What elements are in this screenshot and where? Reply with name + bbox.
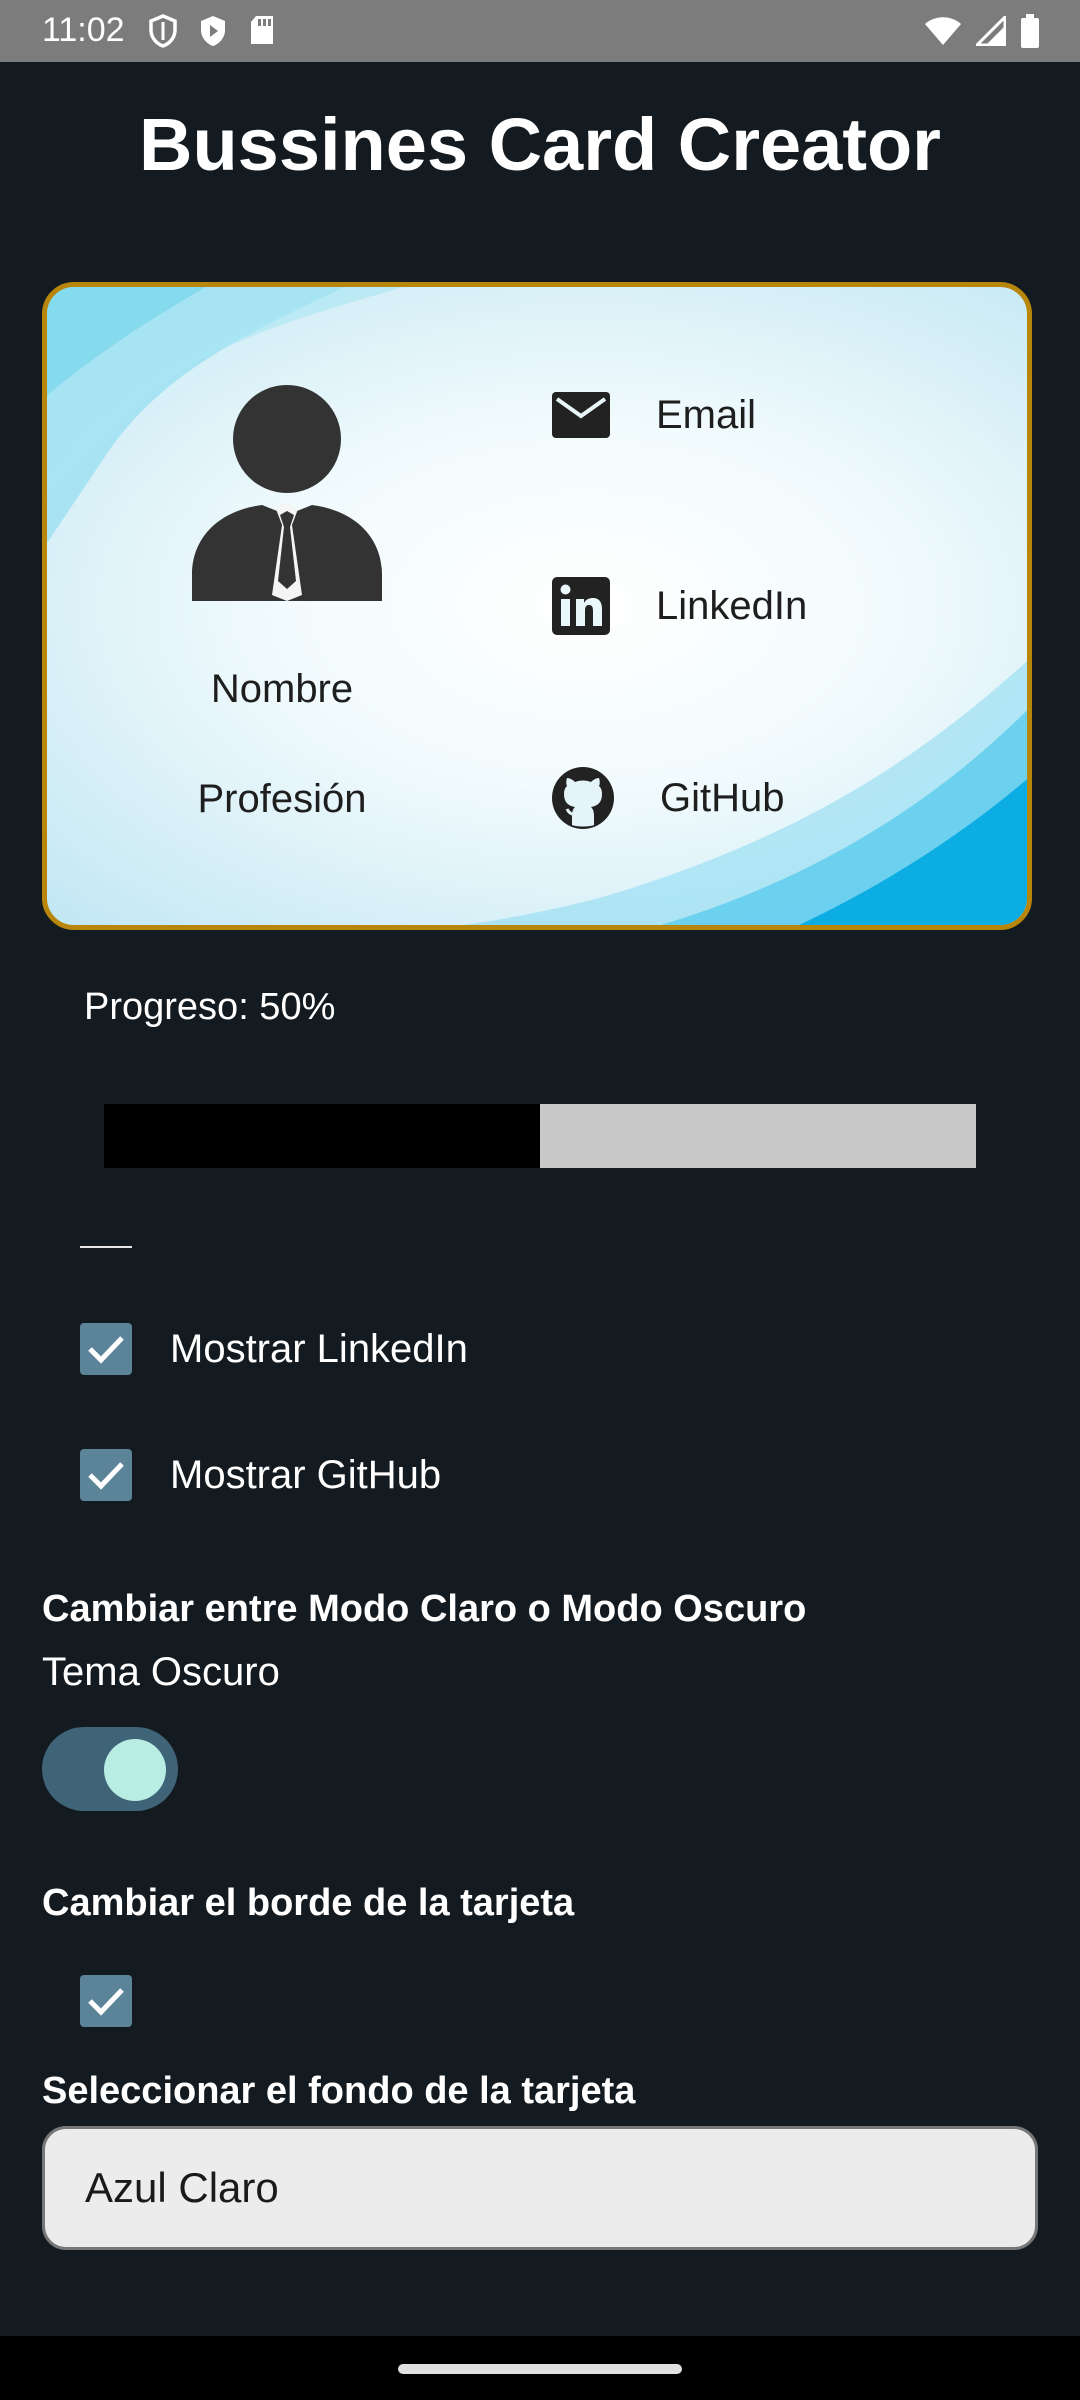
theme-section-title: Cambiar entre Modo Claro o Modo Oscuro (42, 1588, 807, 1630)
status-bar: 11:02 (0, 0, 1080, 62)
progress-fill (104, 1104, 540, 1168)
card-border-option[interactable] (80, 1975, 132, 2027)
card-email-label: Email (656, 392, 757, 437)
app-title: Bussines Card Creator (139, 103, 941, 186)
show-linkedin-checkbox[interactable] (80, 1323, 132, 1375)
status-right-icons (924, 14, 1040, 48)
show-linkedin-option[interactable]: Mostrar LinkedIn (80, 1323, 468, 1375)
status-time: 11:02 (42, 11, 125, 49)
linkedin-icon (552, 577, 610, 635)
card-linkedin-label: LinkedIn (656, 583, 808, 628)
email-icon (552, 392, 610, 438)
show-github-option[interactable]: Mostrar GitHub (80, 1449, 441, 1501)
card-github-row: GitHub (552, 767, 785, 829)
github-icon (552, 767, 614, 829)
dark-theme-toggle[interactable] (42, 1727, 178, 1811)
card-background-value: Azul Claro (85, 2164, 279, 2211)
wifi-icon (925, 17, 961, 45)
card-email-row: Email (552, 392, 756, 438)
border-section-title: Cambiar el borde de la tarjeta (42, 1882, 575, 1924)
card-border-checkbox[interactable] (80, 1975, 132, 2027)
toggle-knob (104, 1739, 166, 1801)
signal-icon (976, 16, 1006, 46)
sd-card-icon (251, 16, 273, 44)
theme-label: Tema Oscuro (42, 1650, 280, 1694)
progress-label: Progreso: 50% (84, 986, 336, 1028)
card-github-label: GitHub (660, 775, 785, 820)
card-name: Nombre (210, 667, 354, 711)
show-github-checkbox[interactable] (80, 1449, 132, 1501)
card-profession: Profesión (197, 777, 367, 821)
card-background-waves (47, 287, 1027, 925)
home-gesture-handle[interactable] (398, 2364, 682, 2374)
battery-icon (1021, 14, 1039, 48)
card-linkedin-row: LinkedIn (552, 577, 807, 635)
shield-outline-icon (149, 14, 177, 48)
person-avatar-icon (192, 385, 382, 601)
divider-dash (80, 1246, 132, 1248)
business-card-preview: Nombre Profesión Email LinkedIn GitHub (42, 282, 1032, 930)
background-section-title: Seleccionar el fondo de la tarjeta (42, 2070, 636, 2112)
progress-bar (104, 1104, 976, 1168)
check-icon (88, 1988, 124, 2016)
show-github-label: Mostrar GitHub (170, 1452, 442, 1497)
card-background-select[interactable]: Azul Claro (42, 2126, 1038, 2250)
play-shield-icon (201, 16, 225, 46)
show-linkedin-label: Mostrar LinkedIn (170, 1326, 468, 1371)
check-icon (88, 1462, 124, 1490)
status-left-icons (148, 14, 276, 48)
check-icon (88, 1336, 124, 1364)
